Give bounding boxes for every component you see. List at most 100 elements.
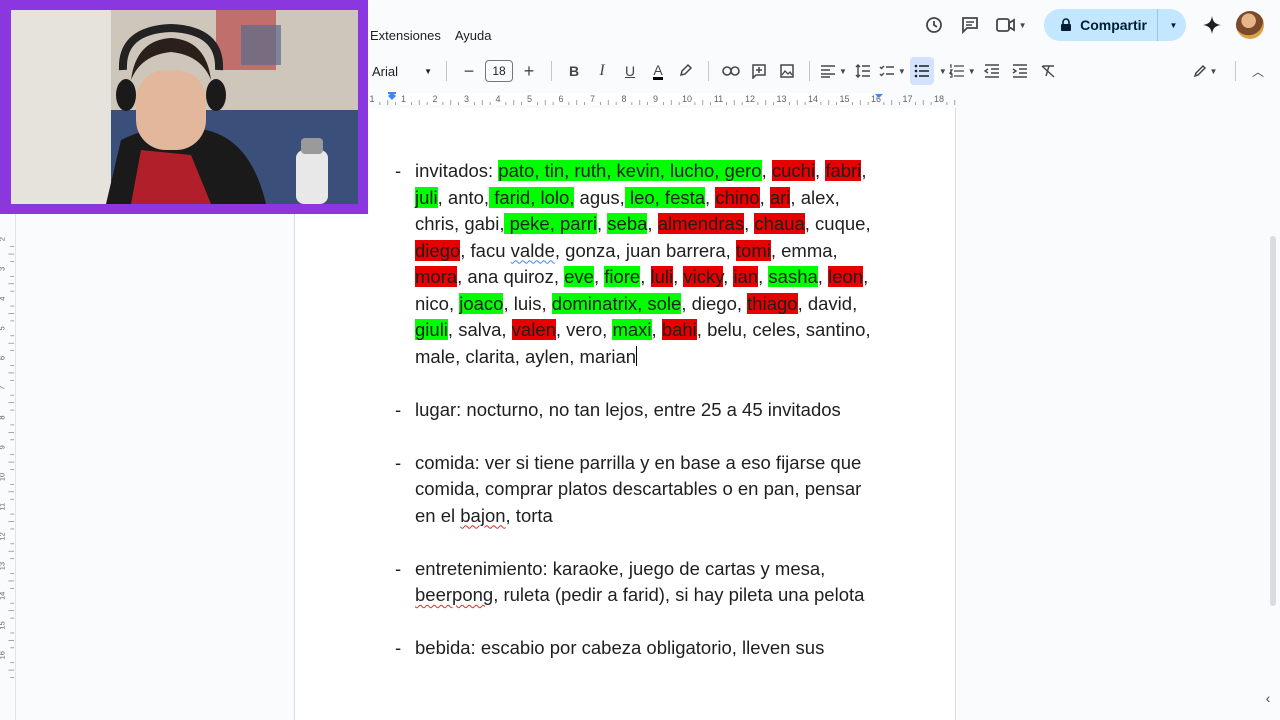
menu-ayuda[interactable]: Ayuda xyxy=(455,28,492,48)
hide-menus-button[interactable]: ︿ xyxy=(1246,57,1270,85)
chevron-down-icon: ▼ xyxy=(967,66,976,76)
meet-icon[interactable]: ▼ xyxy=(988,8,1034,42)
highlight-green: giuli xyxy=(415,319,448,340)
highlight-red: chaua xyxy=(754,213,805,234)
list-item-text[interactable]: bebida: escabio por cabeza obligatorio, … xyxy=(415,635,875,662)
history-icon[interactable] xyxy=(916,8,952,42)
avatar[interactable] xyxy=(1236,11,1264,39)
ruler-label: 17 xyxy=(902,94,912,104)
image-icon xyxy=(780,64,794,78)
text-run: , xyxy=(723,266,734,287)
ruler-label: 15 xyxy=(839,94,849,104)
highlight-green: maxi xyxy=(612,319,652,340)
highlighter-icon xyxy=(679,63,693,77)
vruler-label: 12 xyxy=(0,532,7,540)
add-comment-button[interactable] xyxy=(747,57,771,85)
font-select[interactable]: Arial ▼ xyxy=(364,57,436,85)
highlight-green: dominatrix, sole xyxy=(551,292,682,314)
text-run: , xyxy=(815,160,826,181)
align-left-icon xyxy=(821,65,835,78)
clear-formatting-button[interactable] xyxy=(1036,57,1060,85)
comments-icon[interactable] xyxy=(952,8,988,42)
link-button[interactable] xyxy=(719,57,743,85)
text-run: , gonza, juan xyxy=(554,239,666,261)
bullet-dash: - xyxy=(395,451,402,473)
list-item[interactable]: - invitados: pato, tin, ruth, kevin, luch… xyxy=(395,158,875,370)
text-run: , luis, xyxy=(503,292,552,314)
highlight-green: joaco xyxy=(459,292,504,314)
list-item[interactable]: - bebida: escabio por cabeza obligatorio,… xyxy=(395,635,875,662)
highlight-red: diego xyxy=(415,239,461,261)
highlight-green: eve xyxy=(564,266,594,287)
share-button[interactable]: Compartir ▼ xyxy=(1044,9,1186,41)
text-run: bebida: escabio por cabeza obligatorio, … xyxy=(415,637,825,658)
gemini-icon[interactable] xyxy=(1194,8,1230,42)
line-spacing-button[interactable] xyxy=(851,57,875,85)
list-item-text[interactable]: comida: ver si tiene parrilla y en base … xyxy=(415,450,875,530)
text-color-button[interactable]: A xyxy=(646,57,670,85)
text-run: , anto, xyxy=(437,186,490,208)
checklist-button[interactable]: ▼ xyxy=(879,57,906,85)
vruler-label: 8 xyxy=(0,415,7,419)
share-caret[interactable]: ▼ xyxy=(1158,9,1186,41)
ruler-label: 9 xyxy=(653,94,658,104)
bullet-dash: - xyxy=(395,557,402,579)
numbered-list-icon xyxy=(948,64,964,78)
menu-extensiones[interactable]: Extensiones xyxy=(370,28,441,48)
bulleted-list-icon xyxy=(914,64,929,78)
side-panel-toggle-icon[interactable]: ‹ xyxy=(1258,688,1278,708)
first-line-indent-marker[interactable] xyxy=(388,92,396,94)
increase-font-size-button[interactable]: + xyxy=(517,57,541,85)
bold-button[interactable]: B xyxy=(562,57,586,85)
list-item-text[interactable]: lugar: nocturno, no tan lejos, entre 25 … xyxy=(415,397,875,424)
vruler-label: 6 xyxy=(0,356,7,360)
ruler-label: 18 xyxy=(934,94,944,104)
text-run: clarita, aylen, marian xyxy=(465,345,637,367)
increase-indent-button[interactable] xyxy=(1008,57,1032,85)
align-button[interactable]: ▼ xyxy=(820,57,847,85)
document-page[interactable]: - invitados: pato, tin, ruth, kevin, luch… xyxy=(294,108,956,720)
highlight-red: leon xyxy=(828,266,864,287)
list-item-text[interactable]: invitados: pato, tin, ruth, kevin, lucho… xyxy=(415,158,875,370)
underline-button[interactable]: U xyxy=(618,57,642,85)
share-main[interactable]: Compartir xyxy=(1044,9,1158,41)
misspelled-word: bajon xyxy=(460,504,506,526)
font-size-input[interactable]: 18 xyxy=(485,60,513,82)
text-run: , xyxy=(758,266,769,287)
highlight-red: vicky xyxy=(683,266,724,287)
list-item[interactable]: - lugar: nocturno, no tan lejos, entre 25… xyxy=(395,397,875,424)
text-run: , xyxy=(593,266,605,287)
ruler-label: 1 xyxy=(401,94,406,104)
insert-image-button[interactable] xyxy=(775,57,799,85)
decrease-font-size-button[interactable]: − xyxy=(457,57,481,85)
link-icon xyxy=(722,66,740,76)
person-image xyxy=(11,10,358,204)
bulleted-list-button[interactable] xyxy=(909,57,934,85)
list-item-text[interactable]: entretenimiento: karaoke, juego de carta… xyxy=(415,556,875,609)
bullet-dash: - xyxy=(395,398,402,420)
numbered-list-button[interactable]: ▼ xyxy=(948,57,976,85)
webcam-overlay xyxy=(0,0,368,214)
horizontal-ruler[interactable]: 1 1 2 3 4 5 6 7 8 9 10 11 12 13 14 15 16 17 18 xyxy=(370,90,960,108)
editing-mode-button[interactable]: ▼ xyxy=(1185,57,1225,85)
highlight-red: fabri xyxy=(825,160,862,181)
highlight-red: luli xyxy=(650,266,674,287)
list-item[interactable]: - entretenimiento: karaoke, juego de cart… xyxy=(395,556,875,609)
chevron-down-icon[interactable]: ▼ xyxy=(939,67,947,76)
webcam-feed xyxy=(11,10,358,204)
vertical-scrollbar[interactable] xyxy=(1266,108,1280,720)
text-run: , xyxy=(761,160,772,181)
highlight-red: chino xyxy=(715,186,760,208)
decrease-indent-button[interactable] xyxy=(980,57,1004,85)
document-body[interactable]: - invitados: pato, tin, ruth, kevin, luch… xyxy=(395,158,875,688)
text-run: lugar: nocturno, no tan lejos, entre 25 … xyxy=(415,398,841,420)
italic-button[interactable]: I xyxy=(590,57,614,85)
chevron-down-icon: ▼ xyxy=(424,66,432,76)
vertical-ruler: 2 3 4 5 6 7 8 9 10 11 12 13 14 15 16 xyxy=(0,214,16,720)
ruler-label: 4 xyxy=(495,94,500,104)
list-item[interactable]: - comida: ver si tiene parrilla y en base… xyxy=(395,450,875,530)
divider xyxy=(446,61,447,81)
scrollbar-thumb[interactable] xyxy=(1270,236,1276,606)
ruler-label: 3 xyxy=(464,94,469,104)
highlight-button[interactable] xyxy=(674,57,698,85)
